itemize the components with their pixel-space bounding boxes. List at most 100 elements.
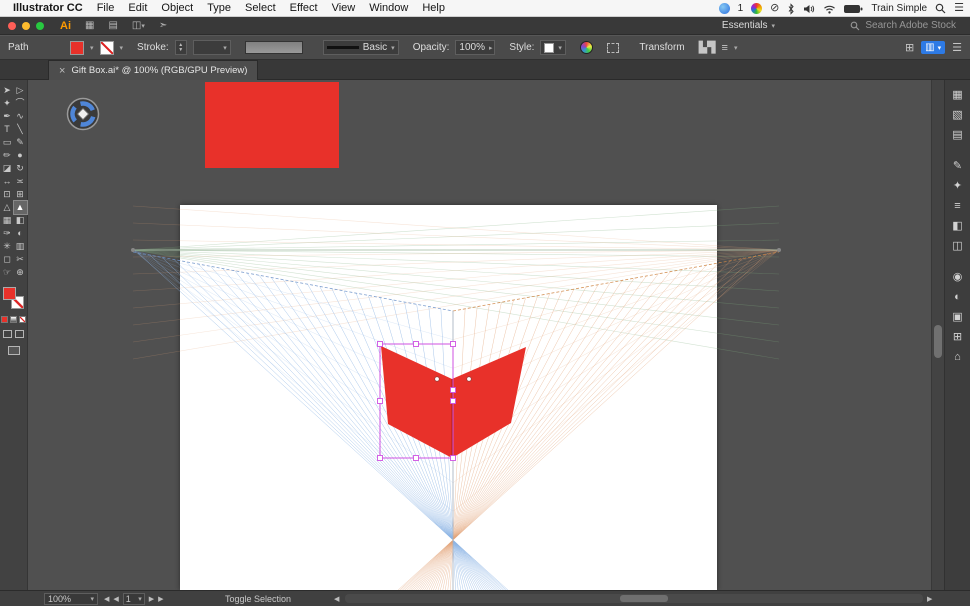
adobe-stock-search[interactable]: Search Adobe Stock [850,20,956,31]
workspace-switcher[interactable]: Essentials ▾ [722,20,775,31]
gradient-tool[interactable]: ◧ [14,214,27,227]
close-window-button[interactable] [8,22,16,30]
line-segment-tool[interactable]: ╲ [14,123,27,136]
fill-color-swatch[interactable] [70,41,84,55]
chevron-down-icon[interactable]: ▾ [90,44,94,52]
perspective-grid-tool[interactable]: △ [1,201,14,214]
blend-tool[interactable]: ◐ [14,227,27,240]
scale-tool[interactable]: ↔ [1,175,14,188]
close-document-icon[interactable]: × [59,66,65,76]
share-icon[interactable]: ➣ [159,20,167,31]
width-tool[interactable]: ≍ [14,175,27,188]
opacity-dropdown[interactable]: 100% ▸ [455,40,495,55]
zoom-level-dropdown[interactable]: 100% ▾ [44,593,98,605]
menu-item-effect[interactable]: Effect [283,2,325,14]
notification-center-icon[interactable]: ☰ [954,0,964,17]
anchor-point[interactable] [467,377,472,382]
volume-icon[interactable] [803,4,815,14]
shape-builder-tool[interactable]: ⊞ [14,188,27,201]
selection-handle[interactable] [451,342,456,347]
zoom-window-button[interactable] [36,22,44,30]
selection-handle[interactable] [414,342,419,347]
spotlight-search-icon[interactable] [935,3,946,14]
do-not-disturb-icon[interactable]: ⊘ [770,0,779,17]
perspective-selection-tool[interactable]: ▲ [14,201,27,214]
arrange-documents-icon[interactable]: ◫▾ [132,20,145,31]
hand-tool[interactable]: ☞ [1,266,14,279]
draw-behind-icon[interactable] [15,330,24,338]
menu-item-edit[interactable]: Edit [121,2,154,14]
appearance-panel-icon[interactable]: ◉ [949,269,967,285]
rotate-tool[interactable]: ↻ [14,162,27,175]
lasso-tool[interactable]: ⌒ [14,97,27,110]
menu-item-help[interactable]: Help [415,2,452,14]
align-icon[interactable]: ▙▜ [699,42,716,54]
slice-tool[interactable]: ✂ [14,253,27,266]
recolor-artwork-icon[interactable] [580,41,593,54]
first-artboard-icon[interactable]: ◀ [104,595,109,603]
symbol-sprayer-tool[interactable]: ✳ [1,240,14,253]
stroke-weight-dropdown[interactable]: ▾ [193,40,231,55]
horizontal-scrollbar[interactable] [345,594,923,603]
selection-handle[interactable] [451,456,456,461]
layers-panel-icon[interactable]: ▣ [949,309,967,325]
column-graph-tool[interactable]: ▥ [14,240,27,253]
previous-artboard-icon[interactable]: ◀ [113,595,118,603]
grid-view-icon[interactable]: ▦ [85,20,94,31]
selection-handle[interactable] [378,456,383,461]
fill-stroke-widget[interactable] [2,287,26,311]
artboard-number-dropdown[interactable]: 1 ▾ [123,593,145,605]
stroke-color-swatch[interactable] [100,41,114,55]
stock-icon[interactable]: ▤ [108,20,117,31]
distribute-icon[interactable]: ≡ [722,42,728,54]
isolate-selection-icon[interactable] [607,43,619,53]
symbols-panel-icon[interactable]: ✦ [949,178,967,194]
color-guide-panel-icon[interactable]: ▧ [949,107,967,123]
type-tool[interactable]: T [1,123,14,136]
mesh-tool[interactable]: ▦ [1,214,14,227]
none-mode-icon[interactable] [19,316,26,323]
blob-brush-tool[interactable]: ● [14,149,27,162]
selection-tool[interactable]: ➤ [1,84,14,97]
gradient-mode-icon[interactable] [10,316,17,323]
arrange-icon[interactable]: ⊞ [905,42,914,54]
siri-icon[interactable] [719,3,730,14]
libraries-panel-icon[interactable]: ⌂ [949,349,967,365]
bluetooth-icon[interactable] [787,3,795,15]
left-vanishing-point[interactable] [131,248,135,252]
right-vanishing-point[interactable] [777,248,781,252]
paintbrush-tool[interactable]: ✎ [14,136,27,149]
document-tab[interactable]: × Gift Box.ai* @ 100% (RGB/GPU Preview) [48,60,258,80]
graphic-styles-panel-icon[interactable]: ◐ [949,289,967,305]
last-artboard-icon[interactable]: ▶ [158,595,163,603]
chevron-down-icon[interactable]: ▾ [120,44,124,52]
menu-item-view[interactable]: View [325,2,363,14]
color-panel-icon[interactable]: ▦ [949,87,967,103]
menu-item-file[interactable]: File [90,2,122,14]
wifi-icon[interactable] [823,4,836,14]
anchor-point[interactable] [435,377,440,382]
battery-icon[interactable] [844,4,863,14]
vertical-scrollbar[interactable] [931,80,944,590]
width-profile-preview[interactable] [245,41,303,54]
screen-mode-icon[interactable] [8,346,20,355]
vertical-scrollbar-thumb[interactable] [934,325,942,358]
rectangle-tool[interactable]: ▭ [1,136,14,149]
style-dropdown[interactable]: ▾ [540,40,566,55]
artboards-panel-icon[interactable]: ⊞ [949,329,967,345]
canvas[interactable] [28,80,931,590]
horizontal-scrollbar-thumb[interactable] [620,595,668,602]
chevron-down-icon[interactable]: ▾ [734,44,738,52]
menu-item-object[interactable]: Object [154,2,200,14]
scroll-left-icon[interactable]: ◀ [334,595,339,603]
gradient-panel-icon[interactable]: ◧ [949,218,967,234]
selection-handle[interactable] [378,342,383,347]
menu-item-select[interactable]: Select [238,2,283,14]
menu-item-illustrator-cc[interactable]: Illustrator CC [6,2,90,14]
pen-tool[interactable]: ✒ [1,110,14,123]
brushes-panel-icon[interactable]: ✎ [949,158,967,174]
swatches-panel-icon[interactable]: ▤ [949,127,967,143]
eyedropper-tool[interactable]: ✑ [1,227,14,240]
control-bar-menu-icon[interactable]: ☰ [952,42,962,54]
plane-switching-widget[interactable] [64,95,102,133]
